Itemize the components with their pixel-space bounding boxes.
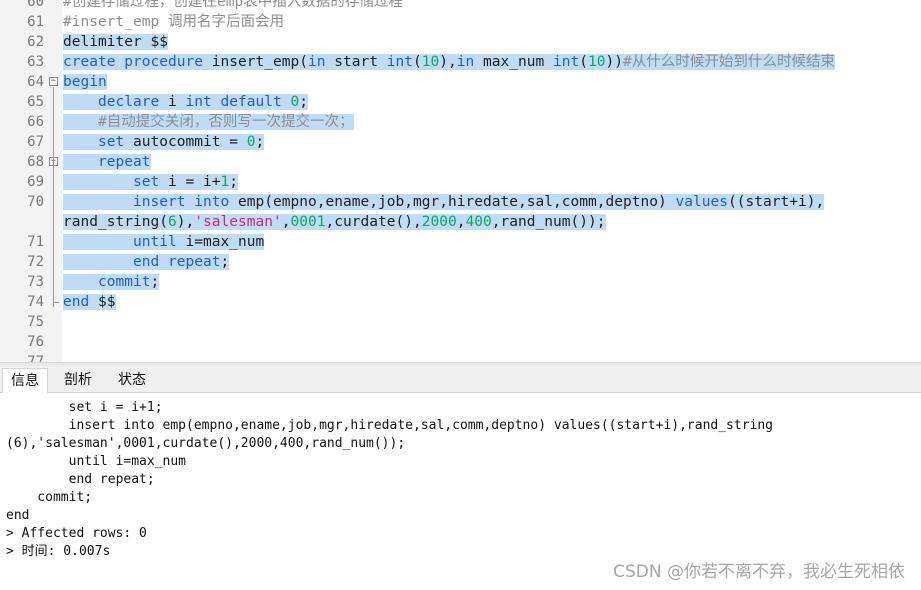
- code-line[interactable]: 73 commit;: [0, 272, 921, 292]
- code-line[interactable]: 61 #insert_emp 调用名字后面会用: [0, 12, 921, 32]
- output-line: end: [6, 508, 30, 523]
- code-text[interactable]: repeat: [63, 152, 151, 172]
- code-text[interactable]: #insert_emp 调用名字后面会用: [63, 12, 284, 32]
- code-line[interactable]: 72 end repeat;: [0, 252, 921, 272]
- line-number: 75: [27, 314, 44, 330]
- code-text[interactable]: create procedure insert_emp(in start int…: [63, 52, 836, 72]
- code-line[interactable]: 63 create procedure insert_emp(in start i…: [0, 52, 921, 72]
- line-number: 65: [27, 94, 44, 110]
- line-number: 72: [27, 254, 44, 270]
- line-number: 61: [27, 14, 44, 30]
- tab-info[interactable]: 信息: [2, 368, 48, 393]
- code-line[interactable]: 68 repeat: [0, 152, 921, 172]
- code-text[interactable]: insert into emp(empno,ename,job,mgr,hire…: [63, 192, 825, 212]
- code-text[interactable]: commit;: [63, 272, 160, 292]
- code-line[interactable]: 65 declare i int default 0;: [0, 92, 921, 112]
- code-line[interactable]: 66 #自动提交关闭，否则写一次提交一次；: [0, 112, 921, 132]
- line-number: 68: [27, 154, 44, 170]
- line-number: 67: [27, 134, 44, 150]
- line-number: 73: [27, 274, 44, 290]
- code-text[interactable]: declare i int default 0;: [63, 92, 308, 112]
- line-number: 64: [27, 74, 44, 90]
- code-text[interactable]: set i = i+1;: [63, 172, 238, 192]
- output-line: until i=max_num: [6, 454, 187, 469]
- code-line[interactable]: 67 set autocommit = 0;: [0, 132, 921, 152]
- code-line[interactable]: 75: [0, 312, 921, 332]
- line-number: 63: [27, 54, 44, 70]
- code-line[interactable]: 74 end $$: [0, 292, 921, 312]
- code-line[interactable]: 60 #创建存储过程，创建往emp表中插入数据的存储过程: [0, 0, 921, 12]
- code-line[interactable]: 71 until i=max_num: [0, 232, 921, 252]
- code-line[interactable]: 77: [0, 352, 921, 362]
- line-number: 70: [27, 194, 44, 210]
- line-number: 76: [27, 334, 44, 350]
- code-text[interactable]: set autocommit = 0;: [63, 132, 265, 152]
- code-text[interactable]: delimiter $$: [63, 32, 168, 52]
- output-line: (6),'salesman',0001,curdate(),2000,400,r…: [6, 436, 406, 451]
- code-text[interactable]: end $$: [63, 292, 116, 312]
- output-line: commit;: [6, 490, 93, 505]
- code-text[interactable]: rand_string(6),'salesman',0001,curdate()…: [63, 212, 606, 232]
- code-line[interactable]: 62 delimiter $$: [0, 32, 921, 52]
- csdn-watermark: CSDN @你若不离不弃，我必生死相依: [613, 562, 905, 582]
- code-text[interactable]: #自动提交关闭，否则写一次提交一次；: [63, 112, 354, 132]
- tab-status[interactable]: 状态: [110, 368, 154, 392]
- line-number: 74: [27, 294, 44, 310]
- code-text[interactable]: #创建存储过程，创建往emp表中插入数据的存储过程: [63, 0, 403, 12]
- line-number: 60: [27, 0, 44, 10]
- tab-profile[interactable]: 剖析: [56, 368, 100, 392]
- output-line: insert into emp(empno,ename,job,mgr,hire…: [6, 418, 774, 433]
- code-line[interactable]: 69 set i = i+1;: [0, 172, 921, 192]
- line-number: 71: [27, 234, 44, 250]
- line-number: 66: [27, 114, 44, 130]
- code-text[interactable]: end repeat;: [63, 252, 230, 272]
- code-text[interactable]: until i=max_num: [63, 232, 265, 252]
- sql-editor[interactable]: −− 60#创建存储过程，创建往emp表中插入数据的存储过程61#insert_…: [0, 0, 921, 362]
- code-text[interactable]: begin: [63, 72, 107, 92]
- line-number: 62: [27, 34, 44, 50]
- line-number: 69: [27, 174, 44, 190]
- code-line[interactable]: 64 begin: [0, 72, 921, 92]
- line-number: 77: [27, 354, 44, 362]
- output-line: set i = i+1;: [6, 400, 163, 415]
- code-line[interactable]: 70 insert into emp(empno,ename,job,mgr,h…: [0, 192, 921, 212]
- code-line[interactable]: rand_string(6),'salesman',0001,curdate()…: [0, 212, 921, 232]
- output-line: end repeat;: [6, 472, 155, 487]
- code-line[interactable]: 76: [0, 332, 921, 352]
- result-tabbar: 信息 剖析 状态: [0, 366, 921, 393]
- output-line: > 时间: 0.007s: [6, 544, 111, 559]
- output-line: > Affected rows: 0: [6, 526, 147, 541]
